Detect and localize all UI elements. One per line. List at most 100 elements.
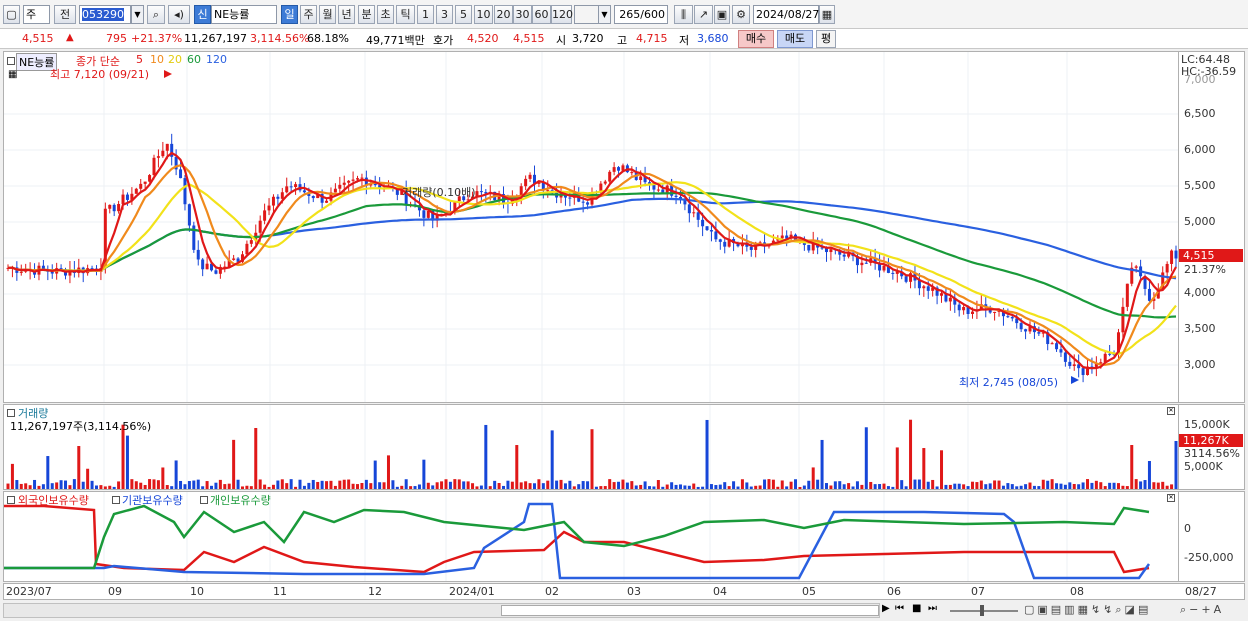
volume-bar [170, 486, 174, 489]
volume-bar [811, 467, 815, 489]
eval-button[interactable]: 평 [816, 30, 836, 48]
period-year[interactable]: 년 [338, 5, 355, 24]
candle-body [338, 184, 342, 189]
volume-bar [833, 481, 837, 489]
scroll-thumb[interactable] [501, 605, 879, 616]
volume-bar [214, 482, 218, 489]
interval-60[interactable]: 60 [532, 5, 551, 24]
stop-icon[interactable]: ■ [912, 603, 921, 614]
candle-body [687, 204, 691, 214]
candle-body [993, 311, 997, 313]
volume-bar [864, 427, 868, 489]
draw-icon[interactable]: ↗ [694, 5, 713, 24]
period-second[interactable]: 초 [377, 5, 394, 24]
volume-bar [807, 480, 811, 489]
period-week[interactable]: 주 [300, 5, 317, 24]
volume-bar [904, 486, 908, 489]
interval-20[interactable]: 20 [494, 5, 513, 24]
period-month[interactable]: 월 [319, 5, 336, 24]
rewind-icon[interactable]: ⏮ [895, 603, 904, 614]
volume-bar [338, 480, 342, 489]
tool-icons[interactable]: ▢▣▤▥▦↯↯⌕◪▤ [1024, 603, 1151, 617]
volume-bar [701, 486, 705, 489]
volume-bar [400, 485, 404, 489]
scroll-track[interactable] [3, 603, 880, 618]
save-icon[interactable]: ▣ [714, 5, 730, 24]
x-axis: 2023/07 09 10 11 12 2024/01 02 03 04 05 … [3, 583, 1245, 600]
holder-toggle-icon[interactable] [7, 496, 15, 504]
inst-holding-line [4, 502, 1151, 580]
window-icon[interactable]: ▢ [3, 5, 20, 24]
candle-icon[interactable]: ⫼ [674, 5, 693, 24]
interval-10[interactable]: 10 [474, 5, 493, 24]
indiv-toggle-icon[interactable] [200, 496, 208, 504]
new-badge[interactable]: 신 [194, 5, 211, 24]
mode-select[interactable]: 주 [23, 5, 50, 24]
volume-pane[interactable]: 거래량 11,267,197주(3,114.56%) ✕ [3, 404, 1179, 490]
volume-close-icon[interactable]: ✕ [1167, 407, 1175, 415]
volume-bar [670, 482, 674, 489]
volume-bar [891, 486, 895, 489]
volume-toggle-icon[interactable] [7, 409, 15, 417]
speaker-icon[interactable]: ◂) [168, 5, 190, 24]
pane-toggle-icon[interactable] [7, 57, 15, 65]
price-chart-pane[interactable]: NE능률 종가 단순 5 10 20 60 120 최고 7,120 (09/2… [3, 51, 1179, 403]
calendar-icon[interactable]: ▦ [819, 5, 835, 24]
candle-body [156, 156, 160, 158]
interval-input[interactable] [574, 5, 600, 24]
period-day[interactable]: 일 [281, 5, 298, 24]
count-field[interactable]: 265/600 [614, 5, 668, 24]
volume-bar [882, 483, 886, 489]
zoom-slider-handle[interactable] [980, 605, 984, 616]
candle-body [289, 186, 293, 188]
interval-1[interactable]: 1 [417, 5, 434, 24]
volume-bar [1108, 482, 1112, 489]
grid-icon[interactable]: ▦ [8, 69, 17, 80]
candle-body [1134, 266, 1138, 268]
candle-body [285, 186, 289, 193]
volume-bar [643, 481, 647, 489]
x-05: 05 [802, 585, 816, 598]
volume-bar [705, 419, 709, 489]
zoom-tools-icon[interactable]: ⌕−+A [1180, 603, 1224, 617]
period-minute[interactable]: 분 [358, 5, 375, 24]
interval-120[interactable]: 120 [551, 5, 573, 24]
candle-body [630, 172, 634, 174]
volume-bar [979, 480, 983, 489]
interval-3[interactable]: 3 [436, 5, 453, 24]
candle-body [294, 184, 298, 188]
volume-bar [727, 486, 731, 489]
date-field[interactable]: 2024/08/27 [753, 5, 819, 24]
volume-bar [426, 482, 430, 489]
volume-bar [448, 481, 452, 489]
volume-bar [130, 479, 134, 489]
period-tick[interactable]: 틱 [396, 5, 415, 24]
inst-toggle-icon[interactable] [112, 496, 120, 504]
volume-bar [1041, 479, 1045, 489]
volume-bar [1006, 483, 1010, 489]
volume-bar [108, 485, 112, 489]
sell-button[interactable]: 매도 [777, 30, 813, 48]
volume-bar [1174, 441, 1178, 489]
interval-dropdown-icon[interactable]: ▼ [598, 5, 611, 24]
forward-icon[interactable]: ⏭ [928, 603, 937, 614]
volume-bar [280, 479, 284, 489]
zoom-slider[interactable] [950, 610, 1018, 612]
code-input[interactable]: 053290 [79, 5, 131, 24]
interval-30[interactable]: 30 [513, 5, 532, 24]
code-dropdown-icon[interactable]: ▼ [131, 5, 144, 24]
prev-button[interactable]: 전 [54, 5, 76, 24]
play-icon[interactable]: ▶ [882, 603, 890, 614]
candle-body [214, 270, 218, 274]
volume-bar [794, 479, 798, 489]
holder-close-icon[interactable]: ✕ [1167, 494, 1175, 502]
buy-button[interactable]: 매수 [738, 30, 774, 48]
volume-bar [236, 479, 240, 489]
volume-bar [249, 486, 253, 489]
volume-scale: 15,000K 11,267K 3114.56% 5,000K [1179, 404, 1245, 490]
holder-pane[interactable]: 외국인보유수량 기관보유수량 개인보유수량 ✕ [3, 491, 1179, 582]
interval-5[interactable]: 5 [455, 5, 472, 24]
gear-icon[interactable]: ⚙ [732, 5, 750, 24]
search-icon[interactable]: ⌕ [147, 5, 165, 24]
stock-name-field[interactable]: NE능률 [211, 5, 277, 24]
